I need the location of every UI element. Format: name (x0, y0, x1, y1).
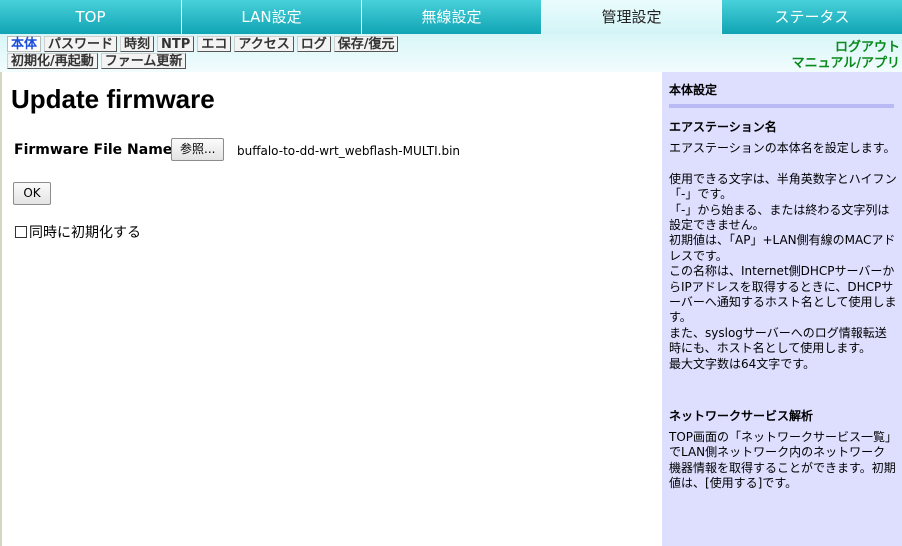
help-section-title-station-name: エアステーション名 (669, 120, 777, 134)
submenu-row-2: 初期化/再起動 ファーム更新 (7, 53, 189, 69)
main-tab-bar: TOP LAN設定 無線設定 管理設定 ステータス (0, 0, 902, 34)
help-paragraph: 使用できる文字は、半角英数字とハイフン「-」です。 (669, 171, 897, 202)
help-paragraph: TOP画面の「ネットワークサービス一覧」でLAN側ネットワーク内のネットワーク機… (669, 430, 898, 491)
submenu-item-save-restore[interactable]: 保存/復元 (333, 36, 399, 52)
initialize-label: 同時に初期化する (29, 225, 141, 241)
help-paragraph: 「-」から始まる、または終わる文字列は設定できません。 (669, 202, 890, 233)
tab-wireless-settings[interactable]: 無線設定 (362, 0, 542, 34)
main-content: Update firmware Firmware File Name 参照...… (0, 72, 662, 546)
help-paragraph: エアステーションの本体名を設定します。 (669, 141, 896, 155)
tab-lan-settings[interactable]: LAN設定 (182, 0, 362, 34)
help-paragraph-spacer (669, 156, 897, 171)
submenu-item-firmware-update[interactable]: ファーム更新 (100, 53, 187, 69)
tab-status[interactable]: ステータス (722, 0, 902, 34)
manual-app-link[interactable]: マニュアル/アプリ (792, 52, 900, 71)
help-section-body-station-name: エアステーションの本体名を設定します。 使用できる文字は、半角英数字とハイフン「… (669, 141, 897, 372)
tab-admin-settings[interactable]: 管理設定 (542, 0, 722, 34)
help-sidebar: 本体設定 エアステーション名 エアステーションの本体名を設定します。 使用できる… (662, 72, 902, 546)
submenu-item-log[interactable]: ログ (296, 36, 331, 52)
help-paragraph: この名称は、Internet側DHCPサーバーからIPアドレスを取得するときに、… (669, 264, 897, 325)
tab-top[interactable]: TOP (0, 0, 182, 34)
help-paragraph: 初期値は、「AP」+LAN側有線のMACアドレスです。 (669, 233, 896, 263)
browse-button[interactable]: 参照... (171, 138, 225, 161)
submenu-item-ntp[interactable]: NTP (157, 36, 195, 52)
help-paragraph: 最大文字数は64文字です。 (669, 356, 816, 371)
firmware-file-label: Firmware File Name (14, 142, 173, 158)
selected-file-name: buffalo-to-dd-wrt_webflash-MULTI.bin (237, 144, 461, 158)
submenu-item-eco[interactable]: エコ (197, 36, 232, 52)
help-section-title-network-service: ネットワークサービス解析 (669, 409, 814, 423)
ok-button[interactable]: OK (13, 182, 51, 205)
submenu-item-access[interactable]: アクセス (234, 36, 294, 52)
help-paragraph: また、syslogサーバーへのログ情報転送時にも、ホスト名として使用します。 (669, 325, 887, 356)
submenu-item-time[interactable]: 時刻 (120, 36, 155, 52)
initialize-checkbox[interactable] (15, 226, 27, 238)
submenu-item-init-reboot[interactable]: 初期化/再起動 (7, 53, 98, 69)
help-divider (669, 104, 894, 108)
submenu-band: 本体 パスワード 時刻 NTP エコ アクセス ログ 保存/復元 初期化/再起動… (0, 34, 902, 72)
page-title: Update firmware (11, 84, 215, 114)
initialize-option[interactable]: 同時に初期化する (15, 222, 141, 242)
submenu-item-device[interactable]: 本体 (7, 36, 42, 52)
help-section-body-network-service: TOP画面の「ネットワークサービス一覧」でLAN側ネットワーク内のネットワーク機… (669, 430, 897, 492)
help-heading: 本体設定 (669, 83, 718, 97)
submenu-item-password[interactable]: パスワード (44, 36, 118, 52)
submenu-row-1: 本体 パスワード 時刻 NTP エコ アクセス ログ 保存/復元 (7, 36, 401, 52)
